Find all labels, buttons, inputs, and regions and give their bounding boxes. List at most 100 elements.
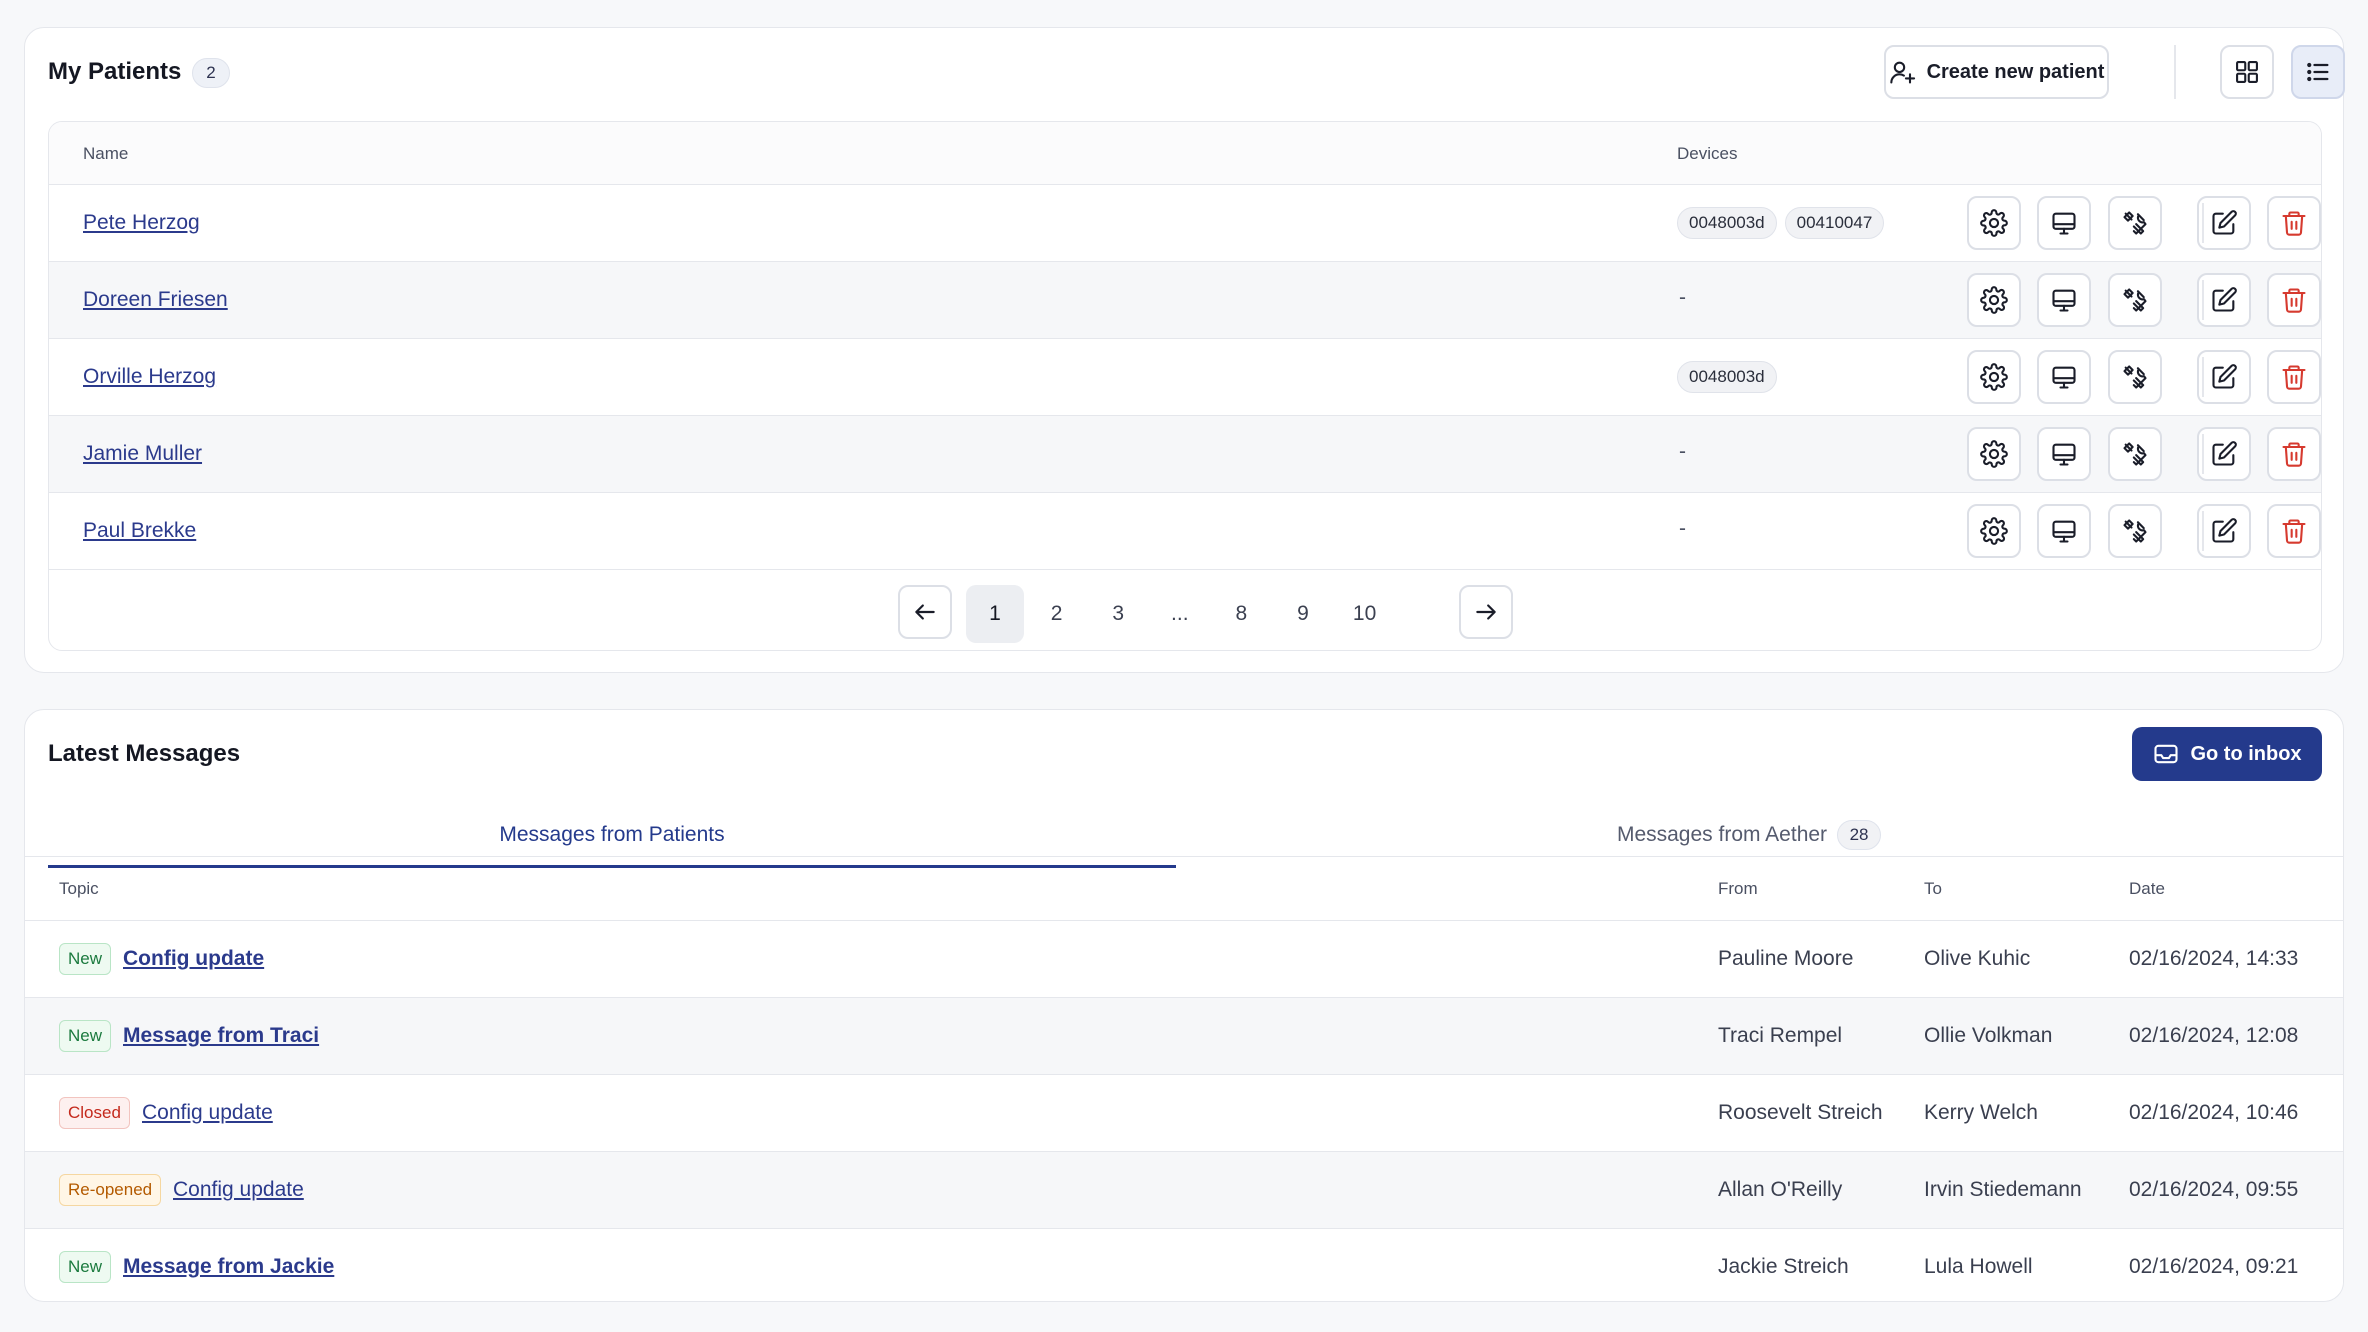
tools-button[interactable] bbox=[2108, 350, 2162, 404]
no-devices: - bbox=[1679, 440, 1686, 463]
message-to: Kerry Welch bbox=[1924, 1101, 2038, 1124]
delete-button[interactable] bbox=[2267, 350, 2321, 404]
grid-view-button[interactable] bbox=[2220, 45, 2274, 99]
message-row: New Message from Traci Traci Rempel Ollie V… bbox=[25, 998, 2343, 1075]
delete-button[interactable] bbox=[2267, 427, 2321, 481]
column-header-from: From bbox=[1718, 879, 1758, 898]
message-row: New Config update Pauline Moore Olive Kuhic… bbox=[25, 921, 2343, 998]
settings-button[interactable] bbox=[1967, 196, 2021, 250]
monitor-icon bbox=[2052, 366, 2076, 389]
message-topic-link[interactable]: Config update bbox=[123, 947, 264, 971]
display-button[interactable] bbox=[2037, 196, 2091, 250]
status-badge: Closed bbox=[59, 1097, 130, 1129]
settings-button[interactable] bbox=[1967, 504, 2021, 558]
patient-name-link[interactable]: Doreen Friesen bbox=[83, 288, 228, 312]
delete-button[interactable] bbox=[2267, 273, 2321, 327]
patient-name-link[interactable]: Orville Herzog bbox=[83, 365, 216, 389]
tools-icon bbox=[2123, 442, 2147, 466]
message-from: Allan O'Reilly bbox=[1718, 1178, 1843, 1201]
patient-name-link[interactable]: Pete Herzog bbox=[83, 211, 200, 235]
message-date: 02/16/2024, 12:08 bbox=[2129, 1024, 2299, 1047]
tools-button[interactable] bbox=[2108, 196, 2162, 250]
no-devices: - bbox=[1679, 517, 1686, 540]
message-from: Pauline Moore bbox=[1718, 947, 1854, 970]
pagination-page[interactable]: 10 bbox=[1336, 585, 1394, 643]
gear-icon bbox=[1980, 517, 2008, 545]
device-chip[interactable]: 00410047 bbox=[1784, 207, 1885, 239]
patients-table: Name Devices Pete Herzog 0048003d 00410047… bbox=[48, 121, 2322, 651]
view-toggle-divider bbox=[2174, 45, 2176, 99]
edit-icon bbox=[2212, 210, 2237, 235]
tab-label: Messages from Aether bbox=[1616, 823, 1828, 846]
edit-icon bbox=[2212, 287, 2237, 312]
edit-button[interactable] bbox=[2197, 350, 2251, 404]
create-patient-button[interactable]: Create new patient bbox=[1884, 45, 2109, 99]
pagination-page[interactable]: 1 bbox=[966, 585, 1024, 643]
patient-name-link[interactable]: Paul Brekke bbox=[83, 519, 196, 543]
arrow-right-icon bbox=[1476, 604, 1496, 620]
monitor-icon bbox=[2052, 520, 2076, 543]
message-date: 02/16/2024, 10:46 bbox=[2129, 1101, 2299, 1124]
message-row: Re-opened Config update Allan O'Reilly Irvi… bbox=[25, 1152, 2343, 1229]
actions-divider bbox=[2202, 434, 2204, 474]
pagination-prev-button[interactable] bbox=[898, 585, 952, 639]
pagination-next-button[interactable] bbox=[1459, 585, 1513, 639]
column-header-devices: Devices bbox=[1677, 144, 1738, 163]
message-date: 02/16/2024, 09:21 bbox=[2129, 1255, 2299, 1278]
messages-title: Latest Messages bbox=[48, 740, 241, 767]
device-chip[interactable]: 0048003d bbox=[1677, 207, 1777, 239]
message-date: 02/16/2024, 09:55 bbox=[2129, 1178, 2299, 1201]
message-to: Irvin Stiedemann bbox=[1924, 1178, 2082, 1201]
user-plus-icon bbox=[1889, 61, 1915, 84]
actions-divider bbox=[2202, 280, 2204, 320]
display-button[interactable] bbox=[2037, 273, 2091, 327]
device-chip[interactable]: 0048003d bbox=[1677, 361, 1777, 393]
display-button[interactable] bbox=[2037, 427, 2091, 481]
pagination-page[interactable]: 8 bbox=[1212, 585, 1270, 643]
message-from: Roosevelt Streich bbox=[1718, 1101, 1883, 1124]
settings-button[interactable] bbox=[1967, 350, 2021, 404]
tab-label: Messages from Patients bbox=[499, 823, 725, 846]
trash-icon bbox=[2282, 442, 2306, 467]
arrow-left-icon bbox=[915, 604, 935, 620]
edit-button[interactable] bbox=[2197, 196, 2251, 250]
message-topic-link[interactable]: Message from Traci bbox=[123, 1024, 319, 1048]
patients-card: My Patients 2 Create new patient Name De… bbox=[24, 27, 2345, 673]
message-to: Lula Howell bbox=[1924, 1255, 2033, 1278]
edit-button[interactable] bbox=[2197, 427, 2251, 481]
pagination: 1 2 3... 8 9 10 bbox=[49, 585, 2321, 643]
actions-divider bbox=[2202, 357, 2204, 397]
edit-button[interactable] bbox=[2197, 273, 2251, 327]
message-topic-link[interactable]: Config update bbox=[142, 1101, 273, 1125]
messages-card: Latest Messages Go to inbox Messages fro… bbox=[24, 709, 2344, 1302]
patients-title: My Patients bbox=[48, 58, 182, 85]
tools-button[interactable] bbox=[2108, 504, 2162, 558]
monitor-icon bbox=[2052, 289, 2076, 312]
tools-button[interactable] bbox=[2108, 427, 2162, 481]
settings-button[interactable] bbox=[1967, 273, 2021, 327]
tools-button[interactable] bbox=[2108, 273, 2162, 327]
display-button[interactable] bbox=[2037, 350, 2091, 404]
pagination-page[interactable]: 2 bbox=[1028, 585, 1086, 643]
delete-button[interactable] bbox=[2267, 504, 2321, 558]
settings-button[interactable] bbox=[1967, 427, 2021, 481]
message-topic-link[interactable]: Config update bbox=[173, 1178, 304, 1202]
message-topic-link[interactable]: Message from Jackie bbox=[123, 1255, 334, 1279]
pagination-page[interactable]: 9 bbox=[1274, 585, 1332, 643]
trash-icon bbox=[2282, 211, 2306, 236]
actions-divider bbox=[2202, 511, 2204, 551]
go-to-inbox-button[interactable]: Go to inbox bbox=[2132, 727, 2322, 781]
pagination-page[interactable]: 3 bbox=[1089, 585, 1147, 643]
edit-button[interactable] bbox=[2197, 504, 2251, 558]
no-devices: - bbox=[1679, 286, 1686, 309]
row-actions bbox=[1967, 427, 2321, 483]
message-row: Closed Config update Roosevelt Streich Kerr… bbox=[25, 1075, 2343, 1152]
display-button[interactable] bbox=[2037, 504, 2091, 558]
list-view-button[interactable] bbox=[2291, 45, 2345, 99]
patient-name-link[interactable]: Jamie Muller bbox=[83, 442, 202, 466]
inbox-icon bbox=[2154, 744, 2179, 764]
delete-button[interactable] bbox=[2267, 196, 2321, 250]
edit-icon bbox=[2212, 518, 2237, 543]
edit-icon bbox=[2212, 364, 2237, 389]
list-icon bbox=[2307, 62, 2329, 82]
